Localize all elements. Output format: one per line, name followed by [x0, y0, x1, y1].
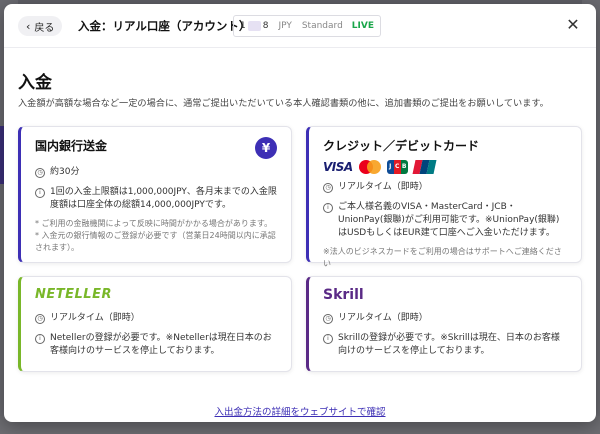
neteller-time: リアルタイム（即時）	[50, 313, 140, 323]
bank-transfer-card[interactable]: 国内銀行送金 ¥ ◷ 約30分 i 1回の入金上限額は1,000,000JPY、…	[18, 126, 292, 263]
clock-icon: ◷	[323, 314, 333, 324]
credit-card-time: リアルタイム（即時）	[338, 182, 428, 192]
modal-header: ‹ 戻る 入金：リアル口座（アカウント） 1 8 JPY Standard LI…	[4, 4, 596, 48]
account-type: Standard	[301, 21, 343, 31]
neteller-card[interactable]: NETELLER ◷ リアルタイム（即時） i Netellerの登録が必要です…	[18, 276, 292, 372]
website-details-link[interactable]: 入出金方法の詳細をウェブサイトで確認	[4, 404, 596, 418]
bank-transfer-limit: 1回の入金上限額は1,000,000JPY、各月末までの入金限度額は口座全体の総…	[50, 187, 277, 211]
clock-icon: ◷	[35, 168, 45, 178]
neteller-info: Netellerの登録が必要です。※Netellerは現在日本のお客様向けのサー…	[50, 333, 272, 357]
info-icon: i	[35, 188, 45, 199]
skrill-card[interactable]: Skrill ◷ リアルタイム（即時） i Skrillの登録が必要です。※Sk…	[306, 276, 582, 372]
account-currency: JPY	[278, 21, 292, 31]
info-icon: i	[35, 334, 45, 345]
back-button-label: 戻る	[34, 22, 55, 34]
card-logos: VISA JCB	[323, 160, 567, 174]
bank-transfer-note-1: * ご利用の金融機関によって反映に時間がかかる場合があります。	[35, 219, 273, 229]
bank-transfer-title: 国内銀行送金	[35, 139, 108, 153]
account-number-end: 8	[262, 21, 269, 31]
account-number-mask	[247, 21, 261, 31]
visa-logo-icon: VISA	[323, 160, 353, 174]
neteller-logo: NETELLER	[35, 287, 112, 302]
account-status-badge: LIVE	[351, 21, 374, 31]
deposit-modal: ‹ 戻る 入金：リアル口座（アカウント） 1 8 JPY Standard LI…	[4, 4, 596, 422]
info-icon: i	[323, 334, 333, 345]
page-title: 入金	[18, 73, 52, 93]
skrill-time: リアルタイム（即時）	[338, 313, 428, 323]
intro-text: 入金額が高額な場合など一定の場合に、通常ご提出いただいている本人確認書類の他に、…	[18, 98, 549, 109]
unionpay-logo-icon	[412, 160, 437, 174]
credit-card-title: クレジット／デビットカード	[323, 139, 480, 153]
account-info-box: 1 8 JPY Standard LIVE	[233, 15, 381, 37]
credit-card-info: ご本人様名義のVISA・MasterCard・JCB・UnionPay(銀聯)が…	[338, 202, 560, 239]
mastercard-logo-icon	[358, 160, 381, 174]
bank-transfer-note-2: * 入金元の銀行情報のご登録が必要です（営業日24時間以内に承認されます）。	[35, 231, 276, 253]
modal-title: 入金：リアル口座（アカウント）	[78, 19, 251, 33]
clock-icon: ◷	[323, 183, 333, 193]
yen-icon: ¥	[255, 137, 277, 159]
skrill-info: Skrillの登録が必要です。※Skrillは現在、日本のお客様向けのサービスを…	[338, 333, 560, 357]
chevron-left-icon: ‹	[26, 19, 31, 33]
bank-transfer-time: 約30分	[50, 167, 80, 177]
credit-card-card[interactable]: クレジット／デビットカード VISA JCB ◷ リアルタイム（即時） i ご本…	[306, 126, 582, 268]
back-button[interactable]: ‹ 戻る	[18, 16, 63, 36]
info-icon: i	[323, 203, 333, 214]
clock-icon: ◷	[35, 314, 45, 324]
jcb-logo-icon: JCB	[386, 160, 408, 174]
account-number-start: 1	[240, 21, 246, 31]
bank-transfer-notes: * ご利用の金融機関によって反映に時間がかかる場合があります。 * 入金元の銀行…	[35, 218, 277, 254]
credit-card-note: ※法人のビジネスカードをご利用の場合はサポートへご連絡ください	[323, 247, 562, 269]
skrill-logo: Skrill	[323, 287, 364, 303]
close-icon[interactable]: ✕	[564, 16, 582, 34]
